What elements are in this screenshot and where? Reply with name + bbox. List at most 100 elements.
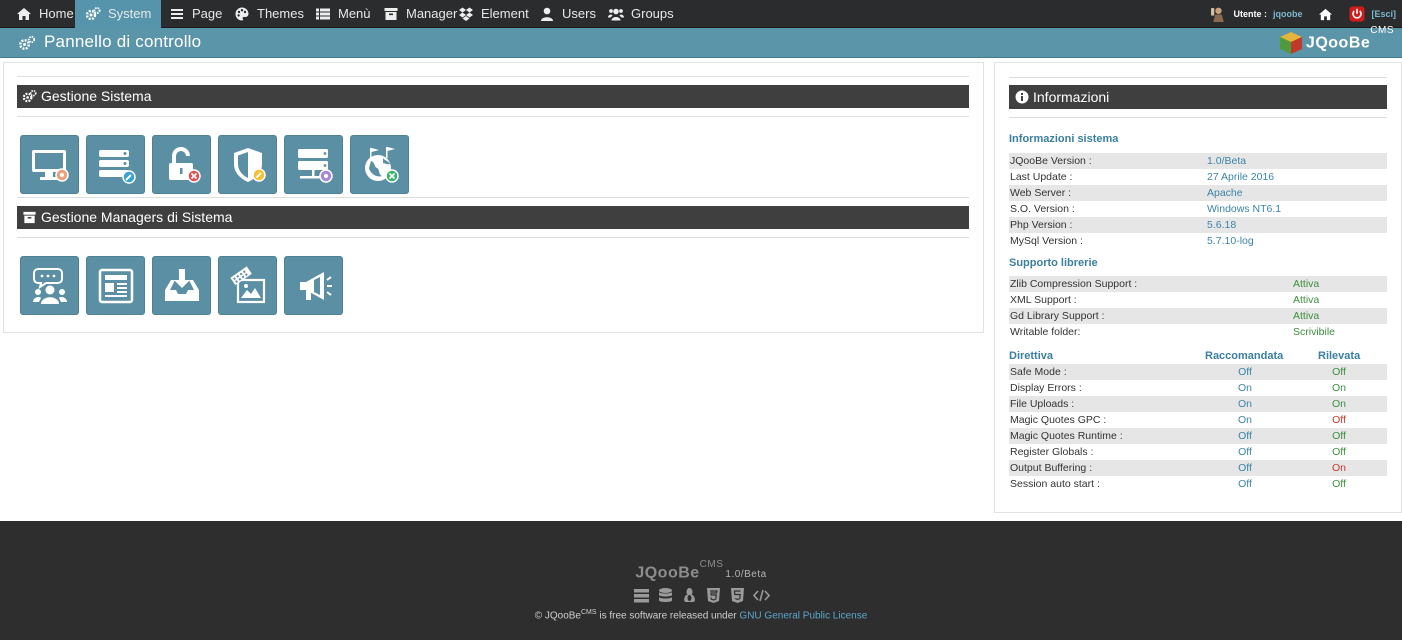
section-header-system: Gestione Sistema [17, 85, 969, 108]
tile-system-settings[interactable] [20, 135, 79, 194]
nav-label: Page [192, 6, 223, 21]
copyright-mid: is free software released under [596, 610, 740, 622]
gears-icon [85, 7, 101, 21]
library-row-value: Attiva [1293, 310, 1320, 322]
globe-flags-icon [364, 146, 399, 183]
copyright-sup: CMS [581, 609, 597, 616]
media-icon [229, 265, 265, 303]
detected-heading: Rilevata [1318, 350, 1361, 362]
nav-label: Themes [257, 6, 304, 21]
divider [17, 76, 969, 77]
nav-item-themes[interactable]: Themes [224, 0, 314, 28]
nav-item-users[interactable]: Users [529, 0, 606, 28]
info-row: Web Server : Apache [1009, 185, 1387, 201]
divider [17, 237, 969, 238]
tile-inbox[interactable] [152, 256, 211, 315]
tile-languages[interactable] [350, 135, 409, 194]
server-icon [633, 589, 649, 603]
license-link[interactable]: GNU General Public License [739, 610, 867, 621]
library-row: Gd Library Support : Attiva [1009, 308, 1387, 324]
monitor-settings-icon [31, 149, 69, 182]
power-icon[interactable] [1349, 6, 1365, 22]
tile-security[interactable] [218, 135, 277, 194]
nav-item-groups[interactable]: Groups [598, 0, 684, 28]
directive-row: Magic Quotes Runtime : Off Off [1009, 428, 1387, 444]
info-row-label: S.O. Version : [1010, 203, 1075, 215]
user-avatar-icon [1211, 7, 1225, 22]
directive-row-label: Magic Quotes GPC : [1010, 414, 1107, 426]
list-icon [171, 9, 183, 19]
tech-icons [0, 587, 1402, 604]
tile-permissions[interactable] [152, 135, 211, 194]
user-name[interactable]: jqoobe [1273, 9, 1303, 19]
tile-media[interactable] [218, 256, 277, 315]
user-area: Utente : jqoobe [Esci] [1210, 0, 1396, 28]
library-row-value: Attiva [1293, 294, 1320, 306]
directive-row-label: File Uploads : [1010, 398, 1075, 410]
footer-brand-name: JQooBe [635, 564, 700, 582]
info-row-value: Windows NT6.1 [1207, 203, 1282, 215]
info-row-value: Apache [1207, 187, 1243, 199]
info-icon [1015, 90, 1029, 104]
info-row-label: Last Update : [1010, 171, 1073, 183]
directive-row-label: Display Errors : [1010, 382, 1082, 394]
info-row: JQooBe Version : 1.0/Beta [1009, 153, 1387, 169]
tile-articles[interactable] [86, 256, 145, 315]
divider [17, 116, 969, 117]
directive-detected: Off [1332, 446, 1346, 458]
divider [17, 197, 969, 198]
users-chat-icon [32, 267, 67, 304]
nav-item-menu[interactable]: Menù [305, 0, 381, 28]
info-row-value: 1.0/Beta [1207, 155, 1247, 167]
nav-item-system[interactable]: System [75, 0, 162, 28]
tile-server-config[interactable] [86, 135, 145, 194]
directive-row: Display Errors : On On [1009, 380, 1387, 396]
nav-item-page[interactable]: Page [159, 0, 232, 28]
gears-icon [22, 89, 37, 103]
directive-detected: Off [1332, 430, 1346, 442]
libraries-heading: Supporto librerie [1009, 257, 1098, 269]
user-label: Utente : [1233, 9, 1267, 19]
code-icon [752, 589, 770, 602]
directive-detected: Off [1332, 366, 1346, 378]
divider [1009, 117, 1387, 118]
nav-label: Element [481, 6, 529, 21]
directive-recommended: Off [1238, 462, 1252, 474]
info-row-label: Php Version : [1010, 219, 1073, 231]
user-icon [541, 7, 553, 21]
tile-announcements[interactable] [284, 256, 343, 315]
palette-icon [235, 7, 249, 21]
directive-recommended: On [1237, 398, 1252, 410]
page-title: Pannello di controllo [44, 32, 202, 51]
nav-label: Home [39, 6, 74, 21]
directive-row: Output Buffering : Off On [1009, 460, 1387, 476]
nav-label: Users [562, 6, 596, 21]
info-row: Php Version : 5.6.18 [1009, 217, 1387, 233]
newspaper-icon [98, 268, 133, 303]
home-icon[interactable] [1318, 7, 1333, 22]
users-icon [608, 8, 624, 21]
archive-icon [384, 8, 398, 20]
logout-link[interactable]: [Esci] [1371, 9, 1396, 19]
divider [1009, 77, 1387, 78]
footer: JQooBeCMS1.0/Beta © JQooBeCMS is free so… [0, 521, 1402, 640]
library-row-value: Scrivibile [1293, 326, 1336, 338]
section-title: Gestione Managers di Sistema [41, 209, 233, 225]
nav-item-home[interactable]: Home [6, 0, 84, 28]
tile-network[interactable] [284, 135, 343, 194]
library-row: Writable folder: Scrivibile [1009, 324, 1387, 340]
directive-recommended: Off [1238, 430, 1252, 442]
directive-detected: On [1331, 462, 1346, 474]
directive-row-label: Safe Mode : [1010, 366, 1067, 378]
dropbox-icon [459, 7, 473, 21]
nav-item-element[interactable]: Element [448, 0, 539, 28]
tile-users-chat[interactable] [20, 256, 79, 315]
linux-icon [683, 588, 695, 602]
directive-detected: On [1331, 382, 1346, 394]
page-header: Pannello di controllo JQooBeCMS [0, 25, 1402, 58]
library-row-label: Writable folder: [1010, 326, 1081, 338]
archive-icon [23, 211, 36, 224]
footer-brand-sup: CMS [699, 559, 724, 570]
server-config-icon [98, 149, 136, 184]
library-row-label: Zlib Compression Support : [1010, 278, 1138, 290]
